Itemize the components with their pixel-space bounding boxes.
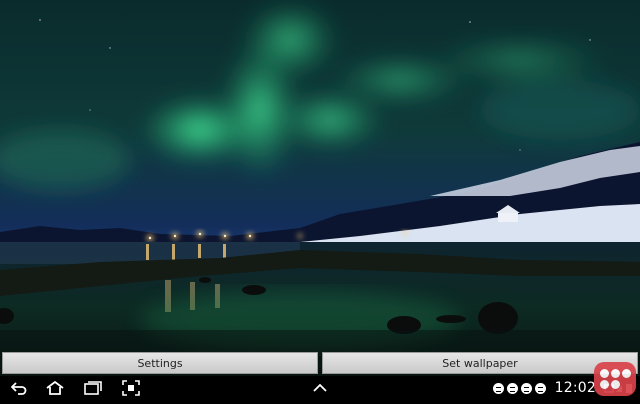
wallpaper-preview [0,0,640,376]
chat-icon [492,382,504,394]
wallpaper-action-bar: Settings Set wallpaper [0,351,640,376]
recent-apps-icon[interactable] [84,379,102,397]
chat-icon [534,382,546,394]
screenshot-icon[interactable] [122,379,140,397]
chevron-up-icon[interactable] [311,379,329,397]
chat-icon [520,382,532,394]
corner-watermark-logo [594,362,636,396]
back-icon[interactable] [10,379,28,397]
home-icon[interactable] [46,379,64,397]
set-wallpaper-button[interactable]: Set wallpaper [322,352,638,374]
clock: 12:02 [554,380,596,396]
system-navigation-bar: 12:02 [0,376,640,400]
chat-icon [506,382,518,394]
settings-button[interactable]: Settings [2,352,318,374]
